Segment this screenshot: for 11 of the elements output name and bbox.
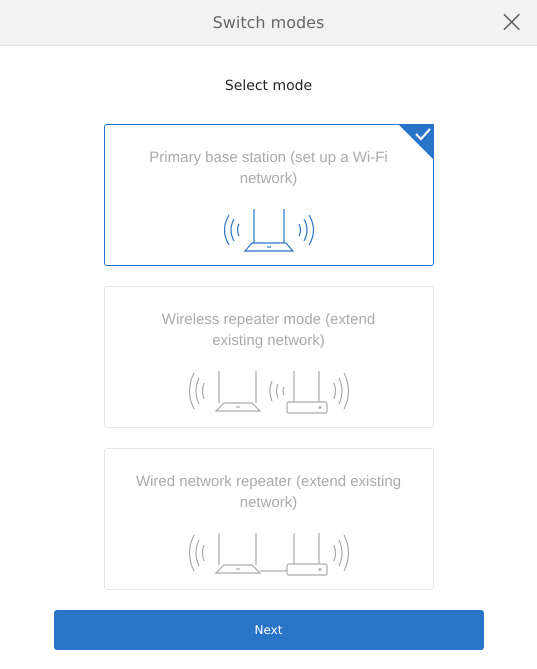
check-icon bbox=[398, 124, 434, 160]
mode-card[interactable]: Wired network repeater (extend existing network) bbox=[104, 448, 434, 590]
mode-label: Primary base station (set up a Wi-Fi network) bbox=[148, 148, 389, 189]
close-button[interactable]: × bbox=[492, 2, 531, 40]
mode-label: Wired network repeater (extend existing network) bbox=[134, 472, 402, 513]
heading: Select mode bbox=[224, 78, 314, 94]
window-title: Switch modes bbox=[212, 13, 324, 32]
mode-card[interactable]: Wireless repeater mode (extend existing network) bbox=[104, 286, 434, 428]
next-button[interactable]: Next bbox=[54, 610, 484, 650]
mode-label: Wireless repeater mode (extend existing network) bbox=[160, 310, 376, 351]
mode-card[interactable]: Primary base station (set up a Wi-Fi network) bbox=[104, 124, 434, 266]
